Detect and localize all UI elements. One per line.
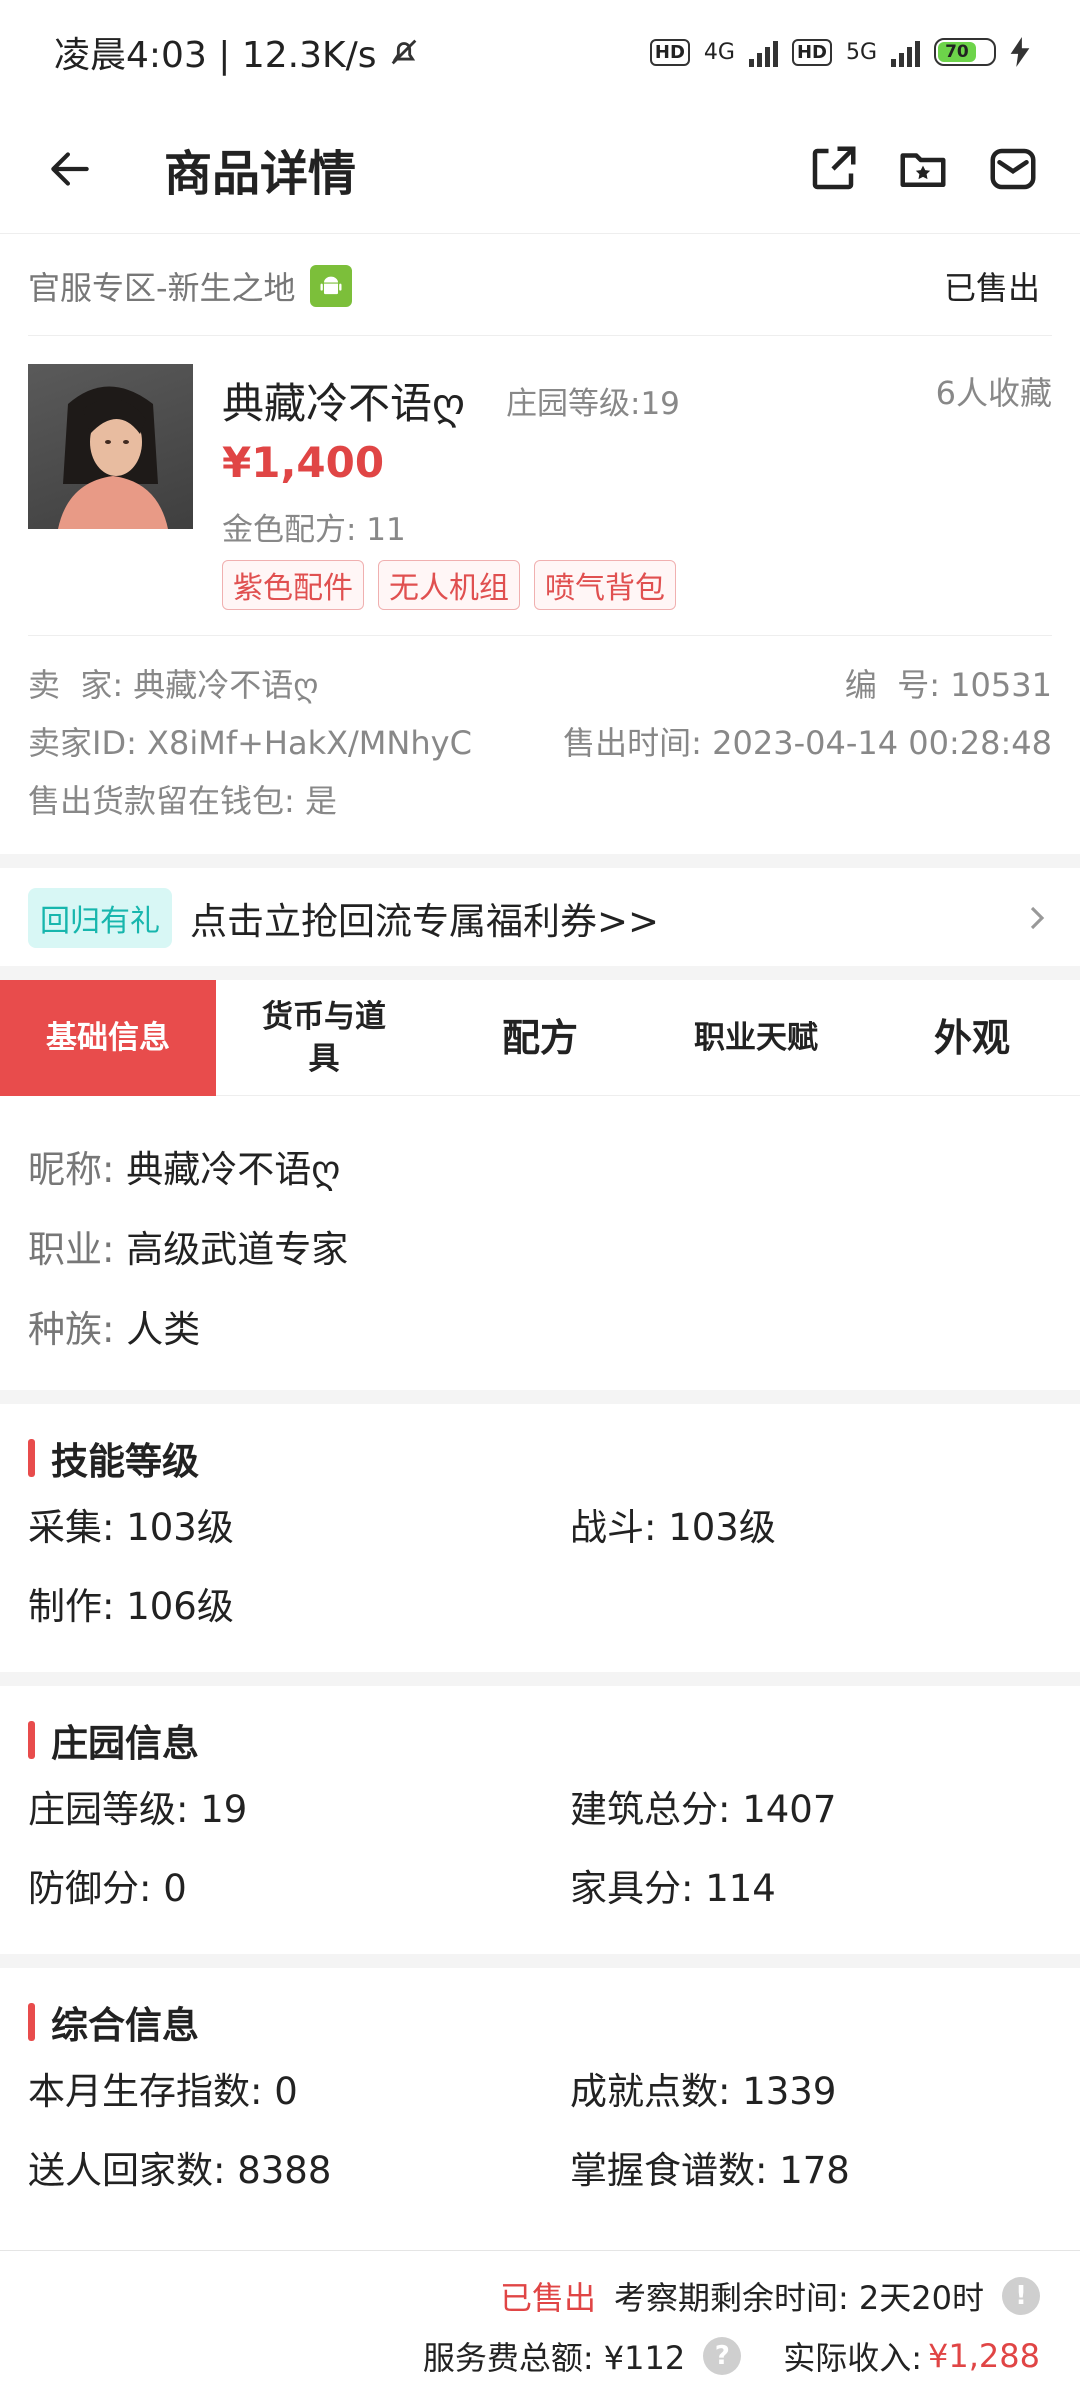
basic-info: 昵称: 典藏冷不语ღ 职业: 高级武道专家 种族: 人类: [28, 1130, 348, 1370]
skill-craft: 制作: 106级: [28, 1585, 234, 1628]
divider: [0, 854, 1080, 868]
android-icon: [309, 264, 352, 307]
skill-combat: 战斗: 103级: [570, 1506, 776, 1549]
back-arrow-icon[interactable]: [40, 139, 100, 199]
wallet-status: 售出货款留在钱包: 是: [28, 782, 337, 820]
estate-level: 庄园等级: 19: [28, 1788, 248, 1831]
message-icon[interactable]: [986, 142, 1040, 196]
service-fee: 服务费总额: ¥112: [422, 2339, 686, 2377]
product-price: ¥1,400: [222, 438, 385, 487]
income-label: 实际收入:: [783, 2339, 923, 2377]
product-card: 典藏冷不语ღ 庄园等级:19 6人收藏 ¥1,400 金色配方: 11 紫色配件…: [28, 336, 1052, 636]
section-title: 庄园信息: [51, 1722, 199, 1765]
character-avatar: [28, 364, 193, 529]
divider: [0, 966, 1080, 980]
footer-sold: 已售出: [499, 2279, 596, 2317]
alert-icon[interactable]: !: [1002, 2277, 1040, 2315]
favorites-count: 6人收藏: [935, 374, 1052, 412]
chevron-right-icon: [1030, 906, 1045, 930]
product-name: 典藏冷不语ღ: [222, 379, 466, 428]
battery-level: 70: [938, 42, 976, 62]
status-time: 凌晨4:03 | 12.3K/s: [54, 35, 377, 76]
tab-appearance[interactable]: 外观: [864, 980, 1080, 1096]
divider: [0, 1390, 1080, 1404]
tab-recipes[interactable]: 配方: [432, 980, 648, 1096]
sold-status: 已售出: [943, 268, 1040, 307]
tab-currency-items[interactable]: 货币与道具: [216, 980, 432, 1096]
race-value: 人类: [126, 1308, 201, 1351]
furniture-score: 家具分: 114: [570, 1867, 776, 1910]
achievement-points: 成就点数: 1339: [570, 2070, 837, 2113]
nickname-label: 昵称:: [28, 1148, 115, 1191]
net-5g: 5G: [845, 39, 877, 65]
survival-index: 本月生存指数: 0: [28, 2070, 298, 2113]
tab-bar: 基础信息 货币与道具 配方 职业天赋 外观: [0, 980, 1080, 1096]
title-bar: 商品详情: [0, 104, 1080, 234]
divider: [0, 1672, 1080, 1686]
nickname-value: 典藏冷不语ღ: [126, 1148, 341, 1191]
building-score: 建筑总分: 1407: [570, 1788, 837, 1831]
signal-icon-2: [891, 37, 920, 67]
defense-score: 防御分: 0: [28, 1867, 187, 1910]
footer-bar: 已售出 考察期剩余时间: 2天20时 ! 服务费总额: ¥112 ? 实际收入:…: [0, 2250, 1080, 2400]
overall-section: 综合信息 本月生存指数: 0 成就点数: 1339 送人回家数: 8388 掌握…: [28, 1992, 1052, 2210]
help-icon[interactable]: ?: [703, 2337, 742, 2375]
tag-list: 紫色配件 无人机组 喷气背包: [222, 560, 676, 610]
promo-badge: 回归有礼: [28, 888, 172, 948]
race-label: 种族:: [28, 1308, 115, 1351]
mute-bell-icon: [391, 39, 416, 65]
section-title: 综合信息: [51, 2004, 199, 2047]
promo-text: 点击立抢回流专属福利券>>: [190, 900, 660, 943]
skill-gather: 采集: 103级: [28, 1506, 234, 1549]
tag: 紫色配件: [222, 560, 364, 610]
sent-home-count: 送人回家数: 8388: [28, 2149, 332, 2192]
page-title: 商品详情: [164, 145, 357, 202]
section-title: 技能等级: [51, 1440, 199, 1483]
income-value: ¥1,288: [928, 2337, 1040, 2375]
job-value: 高级武道专家: [126, 1228, 349, 1271]
skills-section: 技能等级 采集: 103级 战斗: 103级 制作: 106级: [28, 1428, 1052, 1646]
tab-job-talent[interactable]: 职业天赋: [648, 980, 864, 1096]
recipes-mastered: 掌握食谱数: 178: [570, 2149, 850, 2192]
server-row: 官服专区-新生之地 已售出: [28, 236, 1052, 336]
product-estate-level: 庄园等级:19: [506, 386, 680, 422]
tab-basic-info[interactable]: 基础信息: [0, 980, 216, 1096]
divider: [0, 1954, 1080, 1968]
estate-section: 庄园信息 庄园等级: 19 建筑总分: 1407 防御分: 0 家具分: 114: [28, 1710, 1052, 1928]
tag: 无人机组: [378, 560, 520, 610]
net-4g: 4G: [703, 39, 735, 65]
favorite-folder-icon[interactable]: [896, 142, 950, 196]
share-icon[interactable]: [806, 142, 860, 196]
seller-info: 卖 家: 典藏冷不语ღ 编 号: 10531 卖家ID: X8iMf+HakX/…: [28, 646, 1052, 846]
promo-banner[interactable]: 回归有礼 点击立抢回流专属福利券>>: [0, 870, 1080, 966]
item-number: 编 号: 10531: [844, 666, 1052, 704]
signal-icon: [748, 37, 778, 67]
seller-id: 卖家ID: X8iMf+HakX/MNhyC: [28, 724, 472, 762]
seller-name: 卖 家: 典藏冷不语ღ: [28, 666, 319, 704]
charging-icon: [1010, 37, 1030, 67]
sold-time: 售出时间: 2023-04-14 00:28:48: [563, 724, 1052, 762]
status-bar: 凌晨4:03 | 12.3K/s HD 4G HD 5G 70: [0, 0, 1080, 104]
hd-icon-2: HD: [791, 38, 832, 66]
job-label: 职业:: [28, 1228, 115, 1271]
tag: 喷气背包: [534, 560, 676, 610]
server-name: 官服专区-新生之地: [28, 268, 296, 307]
review-time: 考察期剩余时间: 2天20时: [613, 2279, 984, 2317]
battery-icon: 70: [934, 38, 996, 66]
gold-recipe: 金色配方: 11: [222, 512, 406, 548]
hd-icon: HD: [649, 38, 690, 66]
